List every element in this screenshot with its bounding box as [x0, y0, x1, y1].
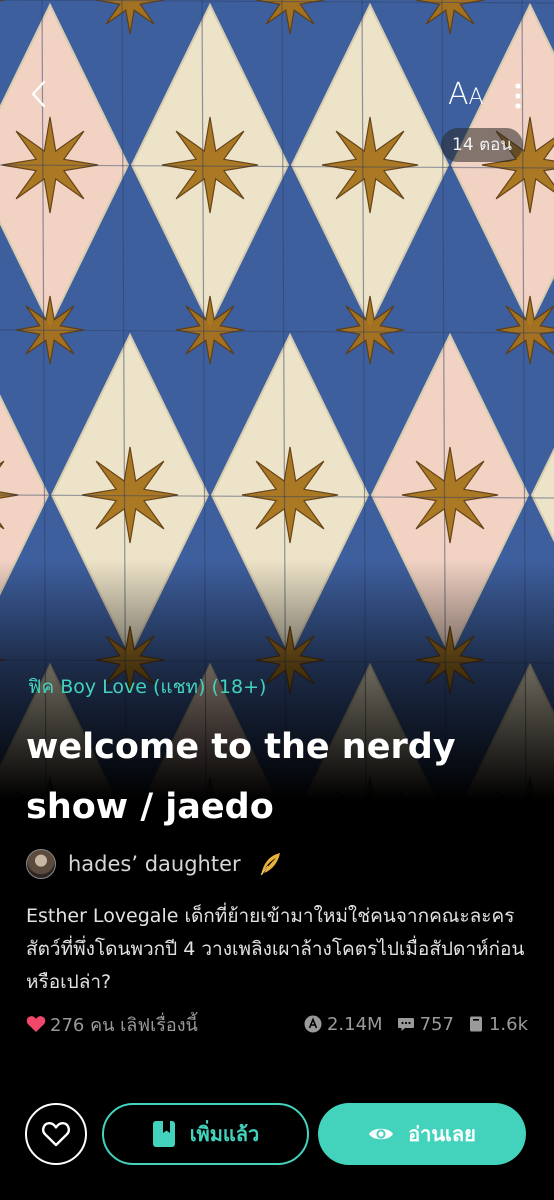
views-count: 2.14M	[326, 1013, 383, 1035]
added-to-library-button[interactable]: เพิ่มแล้ว	[102, 1103, 309, 1165]
chapters-count: 1.6k	[488, 1013, 528, 1035]
genre-label[interactable]: ฟิค Boy Love (แชท) (18+)	[28, 672, 266, 702]
action-bar: เพิ่มแล้ว อ่านเลย	[0, 1100, 554, 1170]
star-ornament-small	[335, 295, 405, 365]
font-size-label-large: A	[448, 77, 469, 112]
story-title: welcome to the nerdy show / jaedo	[26, 727, 456, 827]
stats-right: 2.14M 757 1.6k	[290, 1014, 528, 1035]
star-ornament-small	[175, 295, 245, 365]
read-now-button[interactable]: อ่านเลย	[318, 1103, 526, 1165]
star-ornament	[241, 446, 339, 544]
read-button-label: อ่านเลย	[408, 1122, 476, 1146]
author-avatar[interactable]	[26, 849, 56, 879]
likes-count: 276 คน เลิฟเรื่องนี้	[50, 1014, 198, 1036]
heart-outline-icon	[42, 1121, 70, 1147]
story-description: Esther Lovegale เด็กที่ย้ายเข้ามาใหม่ใช่…	[26, 905, 525, 993]
episode-count-badge: 14 ตอน	[441, 128, 523, 162]
author-name[interactable]: hades’ daughter	[68, 852, 241, 876]
eye-icon	[369, 1128, 394, 1140]
reads-icon	[304, 1015, 322, 1033]
font-size-label-small: A	[468, 85, 484, 110]
author-row[interactable]: hades’ daughter	[26, 848, 283, 880]
more-options-button[interactable]	[510, 80, 526, 114]
comments-count: 757	[419, 1013, 454, 1035]
star-ornament	[321, 116, 419, 214]
comment-icon	[397, 1018, 414, 1031]
more-vertical-icon	[515, 83, 521, 109]
book-icon	[469, 1016, 482, 1032]
comments-stat: 757	[397, 1014, 454, 1035]
chapters-stat: 1.6k	[468, 1014, 528, 1035]
star-ornament	[161, 116, 259, 214]
bookmark-book-icon	[152, 1121, 175, 1147]
stats-row: 276 คน เลิฟเรื่องนี้ 2.14M 757 1.6k	[26, 1010, 528, 1038]
back-button[interactable]	[22, 76, 58, 112]
views-stat: 2.14M	[304, 1014, 383, 1035]
font-size-button[interactable]: A A	[448, 78, 484, 112]
favorite-button[interactable]	[25, 1103, 87, 1165]
added-button-label: เพิ่มแล้ว	[189, 1122, 260, 1146]
star-ornament	[401, 446, 499, 544]
quill-icon	[260, 853, 280, 876]
chevron-left-icon	[31, 80, 46, 108]
heart-icon	[26, 1016, 46, 1032]
